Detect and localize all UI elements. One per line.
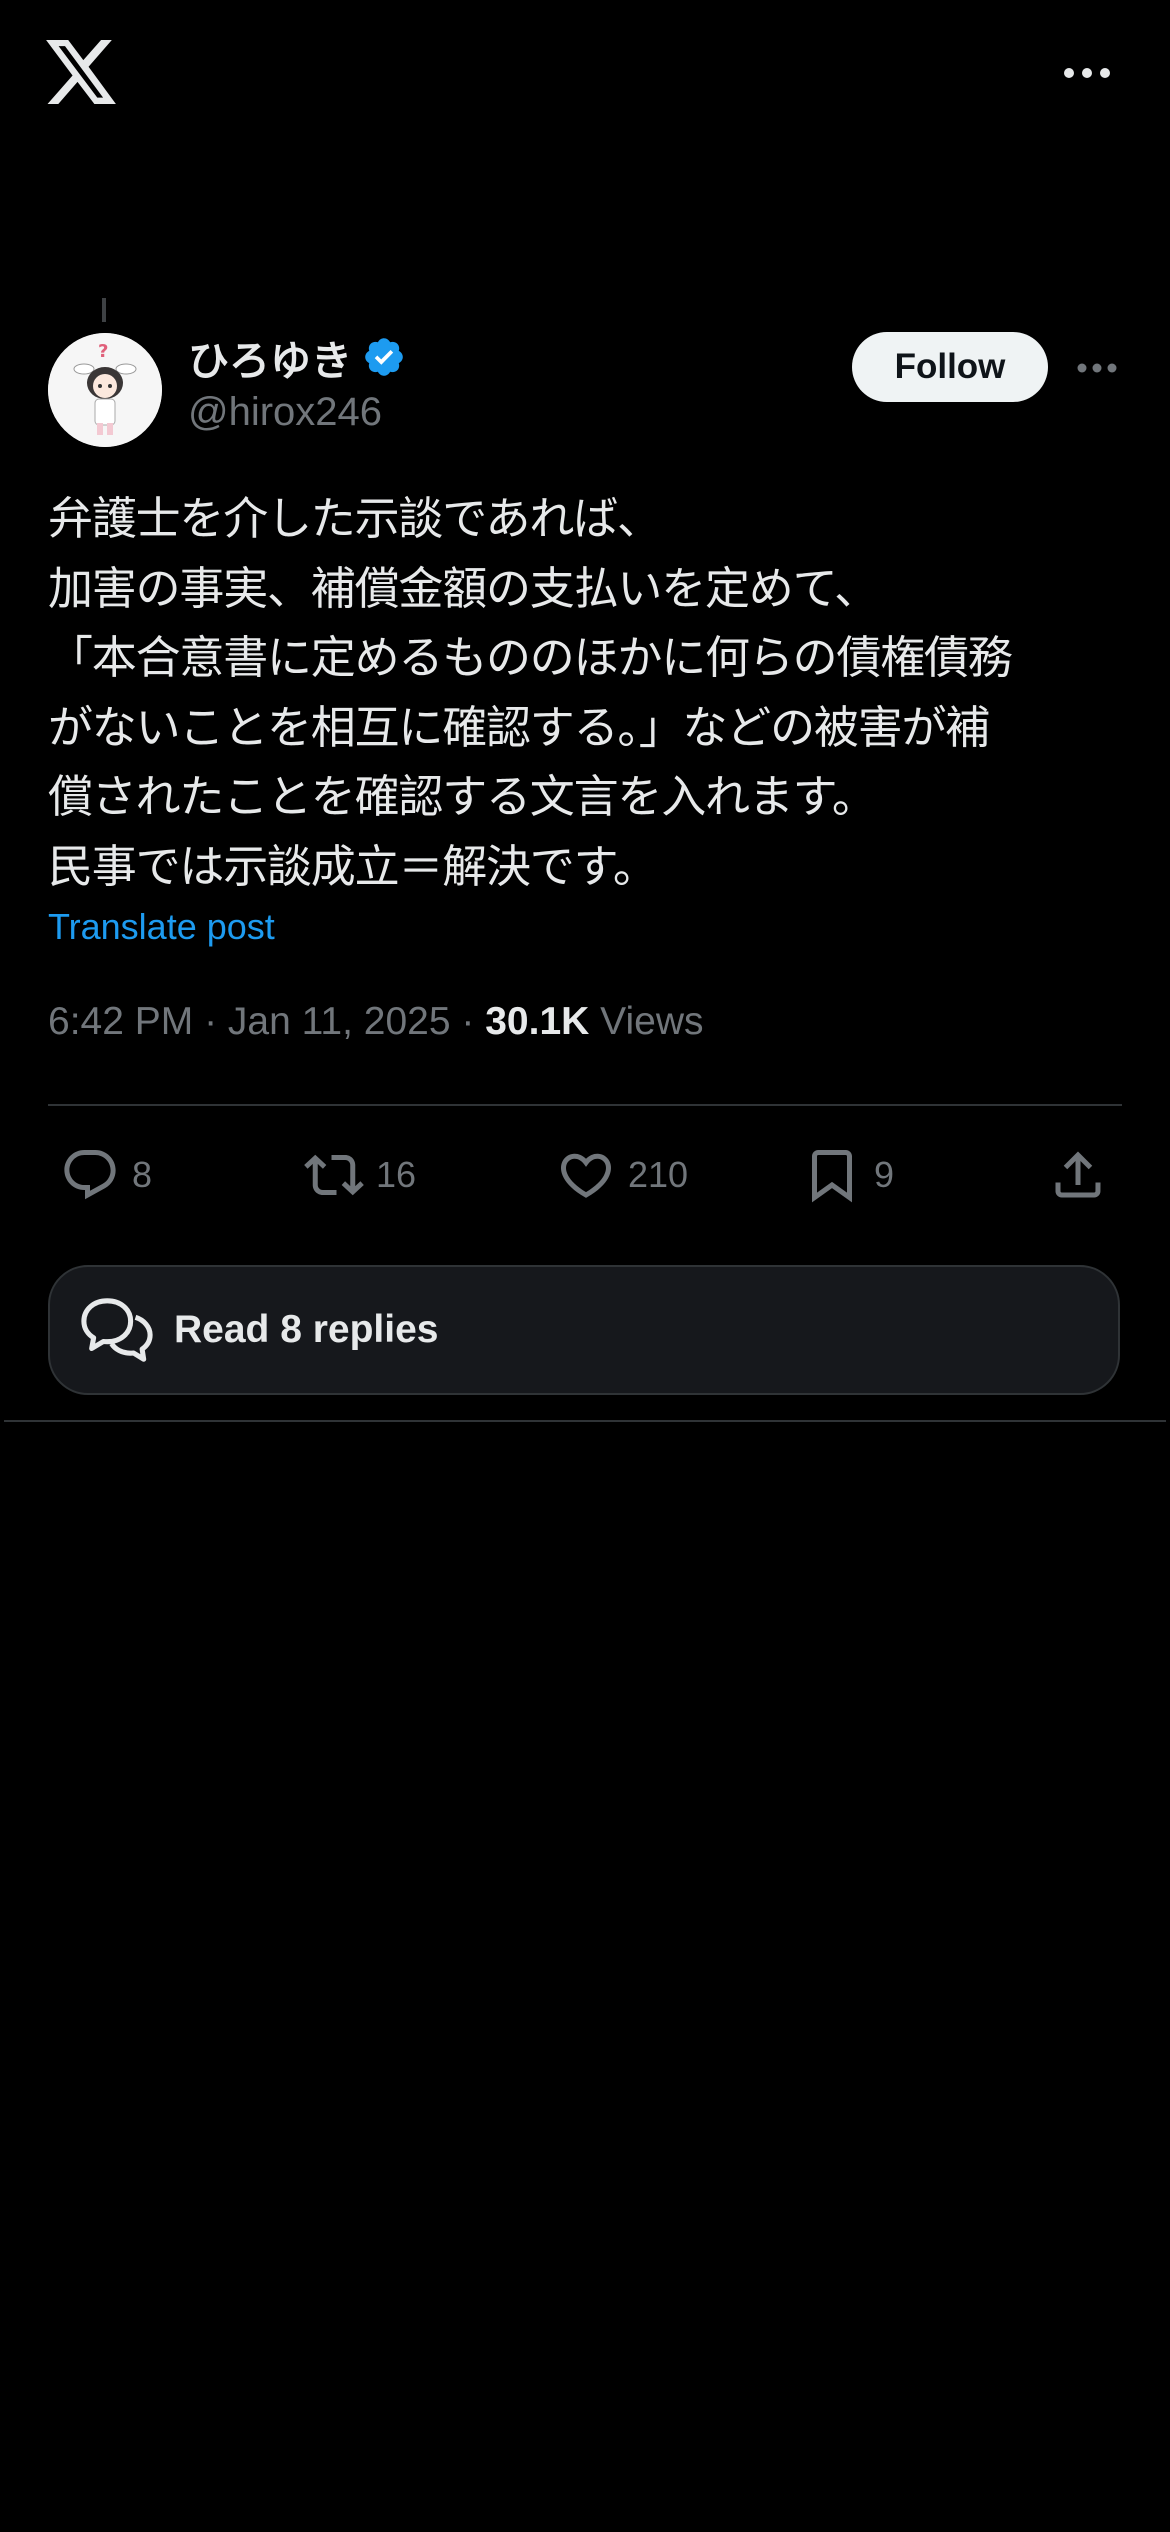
verified-badge-icon <box>365 338 403 376</box>
repost-button[interactable]: 16 <box>304 1130 416 1220</box>
author-display-name[interactable]: ひろゆき <box>188 327 352 387</box>
read-replies-button[interactable]: Read 8 replies <box>48 1265 1120 1395</box>
repost-icon <box>304 1154 364 1196</box>
post-text-line: 加害の事実、補償金額の支払いを定めて、 <box>48 561 879 615</box>
bookmark-button[interactable]: 9 <box>802 1130 894 1220</box>
post-meta: 6:42 PM · Jan 11, 2025 · 30.1K Views <box>48 1000 703 1044</box>
post-text-line: 民事では示談成立＝解決です。 <box>48 839 658 893</box>
meta-separator: · <box>204 1000 228 1043</box>
post-text-line: 償されたことを確認する文言を入れます。 <box>48 770 877 823</box>
reply-count: 8 <box>132 1154 153 1195</box>
post-date[interactable]: Jan 11, 2025 <box>228 1000 451 1043</box>
bookmark-icon <box>812 1150 852 1203</box>
views-count[interactable]: 30.1K <box>485 1000 589 1043</box>
more-horizontal-icon[interactable] <box>1062 66 1112 80</box>
post-more-icon[interactable] <box>1076 362 1118 374</box>
like-count: 210 <box>628 1154 689 1195</box>
post-time[interactable]: 6:42 PM <box>48 1000 193 1043</box>
top-bar <box>0 0 1170 150</box>
post-text-line: 弁護士を介した示談であれば、 <box>48 492 662 545</box>
x-logo-icon[interactable] <box>46 40 116 104</box>
action-bar: 8 16 210 9 <box>0 1130 1170 1220</box>
views-label: Views <box>600 1000 704 1043</box>
divider <box>48 1104 1122 1106</box>
follow-button[interactable]: Follow <box>852 332 1048 402</box>
share-icon <box>1055 1151 1101 1198</box>
bottom-divider <box>4 1420 1166 1422</box>
avatar-image: ? <box>48 333 162 447</box>
like-button[interactable]: 210 <box>556 1130 688 1220</box>
thread-connector-line <box>102 298 106 322</box>
share-button[interactable] <box>1048 1130 1108 1220</box>
conversation-icon <box>81 1298 153 1362</box>
avatar[interactable]: ? <box>48 333 162 447</box>
svg-text:?: ? <box>98 341 108 362</box>
meta-separator: · <box>461 1000 486 1043</box>
heart-icon <box>560 1153 612 1198</box>
post-text: 弁護士を介した示談であれば、 加害の事実、補償金額の支払いを定めて、 「本合意書… <box>48 484 1128 901</box>
translate-post-link[interactable]: Translate post <box>48 906 275 948</box>
author-handle[interactable]: @hirox246 <box>188 390 382 435</box>
post-text-line: 「本合意書に定めるもののほかに何らの債権債務 <box>48 631 1013 684</box>
bookmark-count: 9 <box>874 1154 895 1195</box>
author-name-row[interactable]: ひろゆき <box>188 330 406 384</box>
repost-count: 16 <box>376 1154 417 1195</box>
post-text-line: がないことを相互に確認する。」などの被害が補 <box>48 700 990 754</box>
read-replies-label: Read 8 replies <box>174 1308 439 1351</box>
reply-icon <box>64 1150 116 1200</box>
reply-button[interactable]: 8 <box>60 1130 152 1220</box>
